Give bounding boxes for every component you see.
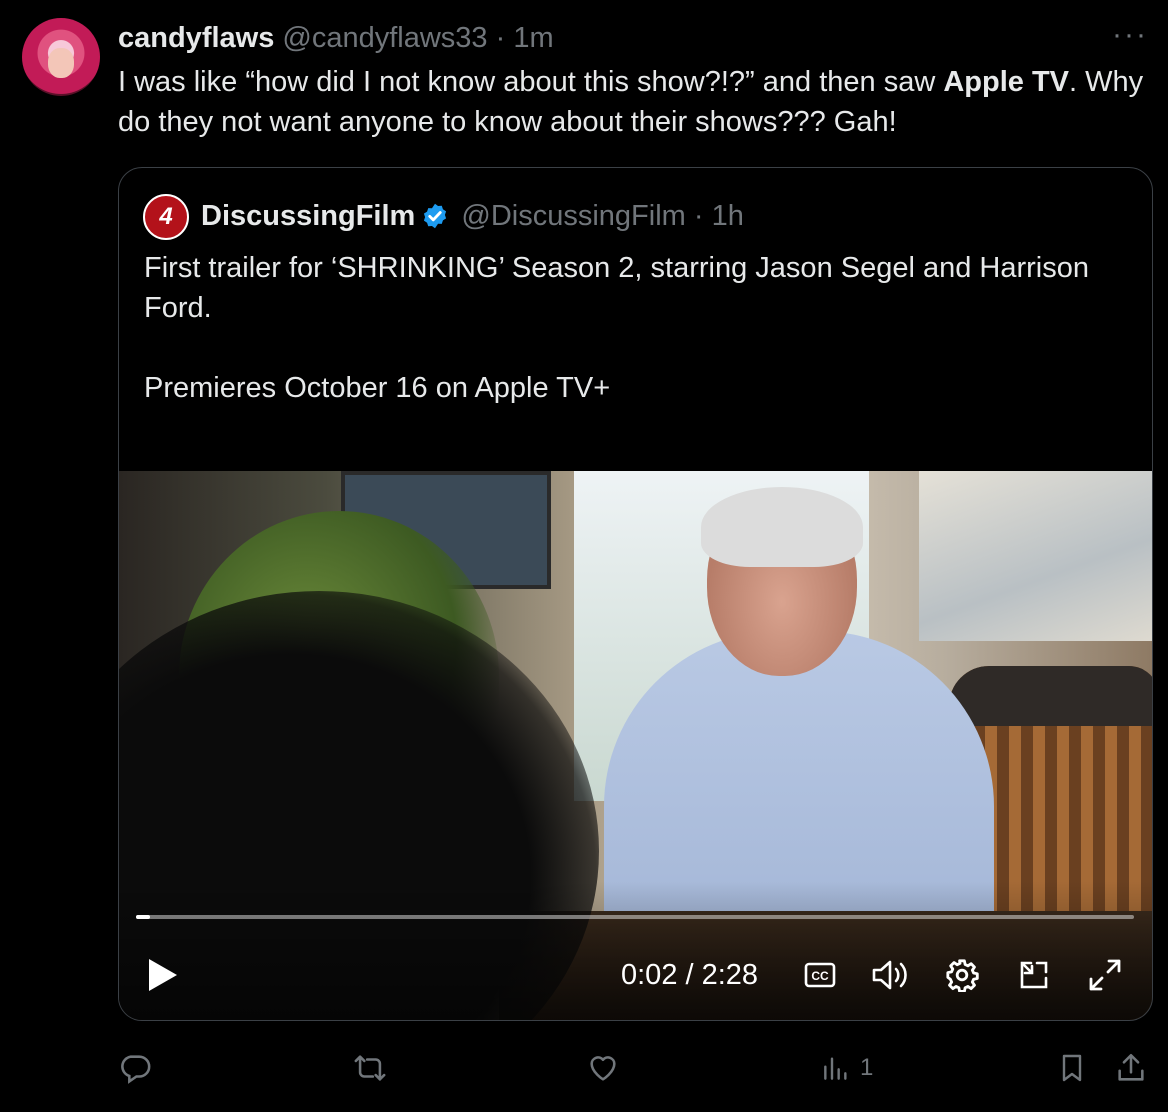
more-icon[interactable]: ··· <box>1112 18 1148 52</box>
video-progress-fill <box>136 915 150 919</box>
play-icon[interactable] <box>147 955 181 995</box>
fullscreen-icon[interactable] <box>1087 955 1127 995</box>
svg-text:CC: CC <box>811 969 829 983</box>
video-scene-art <box>919 471 1152 641</box>
display-name[interactable]: candyflaws <box>118 22 274 54</box>
quoted-separator: · <box>693 200 704 232</box>
picture-in-picture-icon[interactable] <box>1017 955 1053 995</box>
quoted-display-name[interactable]: DiscussingFilm <box>201 200 415 232</box>
quoted-text: First trailer for ‘SHRINKING’ Season 2, … <box>144 252 1090 404</box>
quoted-tweet[interactable]: 4 DiscussingFilm @DiscussingFilm · 1h Fi… <box>118 167 1153 1021</box>
quoted-header: DiscussingFilm @DiscussingFilm · 1h <box>201 197 744 240</box>
verified-badge-icon <box>421 202 449 240</box>
video-time: 0:02 / 2:28 <box>621 959 759 991</box>
bookmark-icon[interactable] <box>1056 1045 1088 1091</box>
video-scene-person-hair <box>701 487 863 567</box>
tweet-time[interactable]: 1m <box>513 22 553 54</box>
video-controls-shade <box>119 881 1152 1020</box>
video-scene-chair-back <box>949 666 1152 726</box>
quoted-handle[interactable]: @DiscussingFilm <box>461 200 685 232</box>
user-avatar[interactable] <box>22 18 100 96</box>
reply-icon[interactable] <box>118 1045 152 1091</box>
tweet-text-before: I was like “how did I not know about thi… <box>118 66 944 98</box>
user-handle[interactable]: @candyflaws33 <box>282 22 487 54</box>
action-bar: 1 <box>0 1045 1168 1091</box>
captions-icon[interactable]: CC <box>804 955 838 995</box>
retweet-icon[interactable] <box>352 1045 388 1091</box>
quoted-avatar[interactable]: 4 <box>143 194 189 240</box>
header-separator: · <box>495 22 506 54</box>
tweet-text-bold: Apple TV <box>943 66 1070 98</box>
tweet[interactable]: candyflaws @candyflaws33 · 1m ··· I was … <box>0 0 1168 1112</box>
video-progress-bar[interactable] <box>136 915 1134 919</box>
settings-gear-icon[interactable] <box>945 955 981 995</box>
tweet-text: I was like “how did I not know about thi… <box>118 62 1148 142</box>
share-icon[interactable] <box>1114 1045 1148 1091</box>
views-count: 1 <box>860 1054 874 1081</box>
tweet-header: candyflaws @candyflaws33 · 1m <box>118 20 554 56</box>
like-icon[interactable] <box>585 1045 621 1091</box>
views-icon[interactable]: 1 <box>820 1045 873 1091</box>
video-player[interactable]: 0:02 / 2:28 CC <box>119 471 1152 1020</box>
volume-icon[interactable] <box>871 955 913 995</box>
quoted-time[interactable]: 1h <box>712 200 744 232</box>
